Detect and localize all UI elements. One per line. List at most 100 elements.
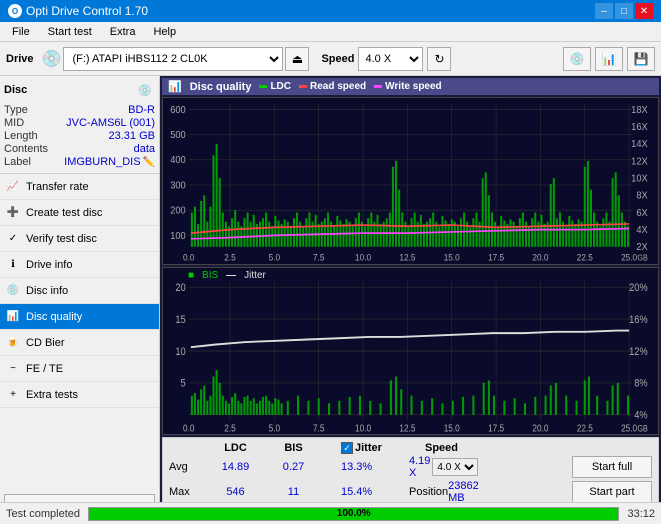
start-full-button[interactable]: Start full (572, 456, 652, 478)
status-text: Test completed (6, 508, 80, 520)
sidebar-item-transfer-rate[interactable]: 📈 Transfer rate (0, 174, 159, 200)
svg-text:15.0: 15.0 (444, 423, 460, 434)
svg-text:7.5: 7.5 (313, 423, 324, 434)
legend-write-speed: Write speed (374, 81, 442, 92)
sidebar-item-fe-te[interactable]: ~ FE / TE (0, 356, 159, 382)
svg-text:600: 600 (170, 104, 186, 116)
sidebar-item-drive-info[interactable]: ℹ Drive info (0, 252, 159, 278)
svg-text:15.0: 15.0 (444, 252, 460, 263)
drive-info-icon: ℹ (6, 258, 20, 272)
svg-text:17.5: 17.5 (488, 252, 504, 263)
menu-file[interactable]: File (4, 24, 38, 40)
fe-te-icon: ~ (6, 362, 20, 376)
lower-chart-container: ■ BIS — Jitter (162, 267, 659, 435)
window-controls: – □ ✕ (595, 3, 653, 19)
position-row: Position 23862 MB (409, 480, 474, 504)
svg-text:10: 10 (175, 346, 185, 358)
minimize-button[interactable]: – (595, 3, 613, 19)
mid-label: MID (4, 117, 24, 129)
svg-text:22.5: 22.5 (577, 252, 593, 263)
jitter-checkbox[interactable]: ✓ (341, 442, 353, 454)
drive-select[interactable]: (F:) ATAPI iHBS112 2 CL0K (63, 47, 283, 71)
svg-text:8%: 8% (634, 378, 647, 390)
menu-extra[interactable]: Extra (102, 24, 144, 40)
svg-text:25.0: 25.0 (621, 252, 637, 263)
svg-text:400: 400 (170, 155, 186, 167)
svg-text:2X: 2X (636, 242, 648, 254)
disc-button[interactable]: 💿 (563, 47, 591, 71)
svg-text:17.5: 17.5 (488, 423, 504, 434)
label-edit-icon[interactable]: ✏️ (143, 157, 155, 168)
sidebar-item-create-test-disc[interactable]: ➕ Create test disc (0, 200, 159, 226)
verify-test-icon: ✓ (6, 232, 20, 246)
close-button[interactable]: ✕ (635, 3, 653, 19)
speed-dropdown[interactable]: 4.0 X (432, 458, 478, 476)
sidebar-menu: 📈 Transfer rate ➕ Create test disc ✓ Ver… (0, 174, 159, 490)
save-button[interactable]: 💾 (627, 47, 655, 71)
menu-start-test[interactable]: Start test (40, 24, 100, 40)
maximize-button[interactable]: □ (615, 3, 633, 19)
menu-help[interactable]: Help (145, 24, 184, 40)
transfer-rate-icon: 📈 (6, 180, 20, 194)
svg-text:GB: GB (637, 424, 647, 434)
svg-text:25.0: 25.0 (621, 423, 637, 434)
sidebar-item-extra-tests[interactable]: + Extra tests (0, 382, 159, 408)
start-buttons: Start full Start part (572, 456, 652, 503)
col-ldc: LDC (208, 442, 263, 454)
sidebar-item-disc-quality[interactable]: 📊 Disc quality (0, 304, 159, 330)
extra-tests-icon: + (6, 388, 20, 402)
col-speed: Speed (409, 442, 474, 454)
disc-section-icon[interactable]: 💿 (135, 80, 155, 100)
svg-text:2.5: 2.5 (224, 423, 235, 434)
label-label: Label (4, 156, 31, 168)
bis-label: BIS (202, 270, 218, 281)
disc-section: Disc 💿 Type BD-R MID JVC-AMS6L (001) Len… (0, 76, 159, 174)
sidebar: Disc 💿 Type BD-R MID JVC-AMS6L (001) Len… (0, 76, 160, 524)
type-value: BD-R (128, 104, 155, 116)
svg-text:0.0: 0.0 (183, 423, 194, 434)
toolbar: Drive 💿 (F:) ATAPI iHBS112 2 CL0K ⏏ Spee… (0, 42, 661, 76)
position-label: Position (409, 486, 448, 498)
bis-legend-label: ■ (188, 270, 194, 281)
disc-section-title: Disc (4, 84, 27, 96)
svg-text:6X: 6X (636, 208, 648, 220)
sidebar-item-disc-info[interactable]: 💿 Disc info (0, 278, 159, 304)
speed-select[interactable]: 4.0 X (358, 47, 423, 71)
svg-text:8X: 8X (636, 190, 648, 202)
svg-text:0.0: 0.0 (183, 252, 195, 263)
chart-icon: 📊 (168, 80, 182, 93)
legend-ldc: LDC (259, 81, 291, 92)
eject-button[interactable]: ⏏ (285, 47, 309, 71)
app-icon: O (8, 4, 22, 18)
mid-value: JVC-AMS6L (001) (66, 117, 155, 129)
svg-text:5: 5 (181, 378, 186, 390)
svg-text:20: 20 (175, 282, 185, 294)
length-label: Length (4, 130, 38, 142)
max-label: Max (169, 486, 205, 498)
chart-title: Disc quality (190, 81, 252, 93)
legend-read-speed: Read speed (299, 81, 366, 92)
avg-speed-value: 4.19 X (409, 455, 430, 479)
drive-label: Drive (6, 53, 34, 65)
jitter-checkbox-row: ✓ Jitter (341, 442, 406, 454)
sidebar-item-verify-test-disc[interactable]: ✓ Verify test disc (0, 226, 159, 252)
avg-ldc-value: 14.89 (208, 461, 263, 473)
refresh-button[interactable]: ↻ (427, 47, 451, 71)
chart-button[interactable]: 📊 (595, 47, 623, 71)
max-bis-value: 11 (266, 486, 321, 498)
progress-text: 100.0% (89, 508, 618, 520)
svg-text:10X: 10X (631, 173, 648, 185)
sidebar-item-cd-bier[interactable]: 🍺 CD Bier (0, 330, 159, 356)
cd-bier-icon: 🍺 (6, 336, 20, 350)
title-bar: O Opti Drive Control 1.70 – □ ✕ (0, 0, 661, 22)
avg-label: Avg (169, 461, 205, 473)
upper-chart-container: 600 500 400 300 200 100 18X 16X 14X 12X … (162, 97, 659, 265)
type-label: Type (4, 104, 28, 116)
label-value: IMGBURN_DIS ✏️ (64, 156, 155, 168)
max-jitter-value: 15.4% (341, 486, 406, 498)
svg-text:16%: 16% (629, 314, 648, 326)
avg-speed-row: 4.19 X 4.0 X (409, 455, 474, 479)
start-part-button[interactable]: Start part (572, 481, 652, 503)
length-value: 23.31 GB (109, 130, 155, 142)
svg-text:20%: 20% (629, 282, 648, 294)
